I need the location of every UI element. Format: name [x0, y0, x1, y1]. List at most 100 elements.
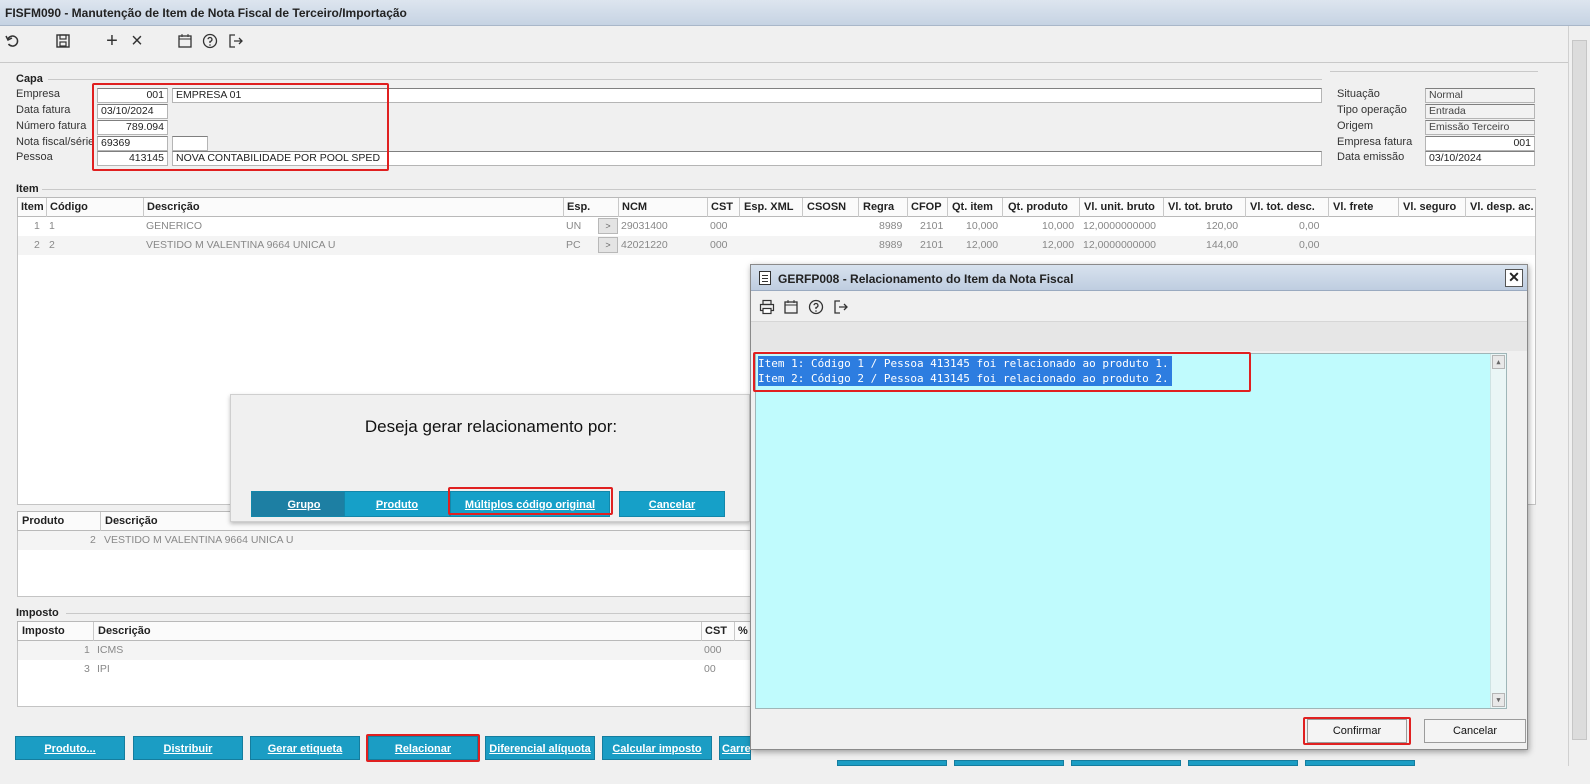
confirmar-button[interactable]: Confirmar [1307, 719, 1407, 743]
hidden-button[interactable] [1188, 760, 1298, 766]
dialog-question: Deseja gerar relacionamento por: [364, 417, 618, 436]
relacionar-button[interactable]: Relacionar [368, 736, 478, 760]
col-descricao[interactable]: Descrição [147, 201, 200, 213]
esp-detail-button[interactable]: > [598, 218, 618, 234]
log-line: Item 2: Código 2 / Pessoa 413145 foi rel… [758, 371, 1172, 386]
col-esp[interactable]: Esp. [567, 201, 590, 213]
serie-field[interactable] [172, 136, 208, 151]
table-row[interactable]: 1 1 GENERICO UN > 29031400 000 8989 2101… [18, 217, 1535, 236]
col-cst[interactable]: CST [711, 201, 733, 213]
produto-choice-button[interactable]: Produto [344, 491, 450, 517]
col-vl-frete[interactable]: Vl. frete [1333, 201, 1373, 213]
help-icon[interactable] [806, 297, 826, 317]
save-icon[interactable] [53, 31, 73, 51]
scroll-down-icon[interactable]: ▼ [1492, 693, 1505, 707]
col-vl-tot-desc[interactable]: Vl. tot. desc. [1250, 201, 1315, 213]
col-produto-descricao[interactable]: Descrição [105, 515, 158, 527]
col-imposto-descricao[interactable]: Descrição [98, 625, 151, 637]
origem-field: Emissão Terceiro [1425, 120, 1535, 135]
distribuir-button[interactable]: Distribuir [133, 736, 243, 760]
calcular-imposto-button[interactable]: Calcular imposto [602, 736, 712, 760]
table-row[interactable]: 2 2 VESTIDO M VALENTINA 9664 UNICA U PC … [18, 236, 1535, 255]
situacao-field: Normal [1425, 88, 1535, 103]
log-scrollbar[interactable]: ▲ ▼ [1490, 354, 1506, 708]
empresa-fatura-label: Empresa fatura [1337, 136, 1413, 148]
side-divider [1330, 71, 1538, 72]
table-row[interactable]: 1 ICMS 000 [18, 641, 751, 660]
cancelar-choice-button[interactable]: Cancelar [619, 491, 725, 517]
col-vl-tot-bruto[interactable]: Vl. tot. bruto [1168, 201, 1233, 213]
hidden-button[interactable] [954, 760, 1064, 766]
document-icon [759, 271, 771, 285]
col-item[interactable]: Item [21, 201, 44, 213]
scroll-up-icon[interactable]: ▲ [1492, 355, 1505, 369]
data-fatura-field[interactable]: 03/10/2024 [97, 104, 168, 119]
print-icon[interactable] [757, 297, 777, 317]
diferencial-aliquota-button[interactable]: Diferencial alíquota [485, 736, 595, 760]
col-percent[interactable]: % [738, 625, 748, 637]
carregar-button[interactable]: Carre [719, 736, 751, 760]
esp-detail-button[interactable]: > [598, 237, 618, 253]
data-fatura-label: Data fatura [16, 104, 71, 116]
table-row[interactable]: 3 IPI 00 [18, 660, 751, 679]
table-row[interactable]: 2 VESTIDO M VALENTINA 9664 UNICA U [18, 531, 751, 550]
relacionamento-log[interactable]: Item 1: Código 1 / Pessoa 413145 foi rel… [755, 353, 1507, 709]
undo-icon[interactable] [3, 31, 23, 51]
toolbar-divider [0, 62, 1568, 63]
pessoa-code-field[interactable]: 413145 [97, 151, 168, 166]
hidden-button[interactable] [1071, 760, 1181, 766]
hidden-button[interactable] [837, 760, 947, 766]
nota-fiscal-label: Nota fiscal/série [16, 136, 95, 148]
col-cfop[interactable]: CFOP [911, 201, 942, 213]
empresa-label: Empresa [16, 88, 61, 100]
calendar-icon[interactable] [175, 31, 195, 51]
col-vl-desp-ac[interactable]: Vl. desp. ac. [1470, 201, 1534, 213]
nota-fiscal-field[interactable]: 69369 [97, 136, 168, 151]
empresa-code-field[interactable]: 001 [97, 88, 168, 103]
col-esp-xml[interactable]: Esp. XML [744, 201, 794, 213]
empresa-name-field[interactable]: EMPRESA 01 [172, 88, 1322, 103]
col-qt-item[interactable]: Qt. item [952, 201, 993, 213]
delete-icon[interactable]: × [127, 30, 147, 52]
cancelar-button[interactable]: Cancelar [1424, 719, 1526, 743]
col-ncm[interactable]: NCM [622, 201, 647, 213]
window-scrollbar[interactable] [1568, 26, 1590, 766]
col-cst-imposto[interactable]: CST [705, 625, 727, 637]
imposto-grid-header: Imposto Descrição CST % [17, 621, 752, 641]
multiplos-codigo-original-button[interactable]: Múltiplos código original [450, 491, 610, 517]
dialog-toolbar-area [751, 321, 1527, 351]
col-qt-produto[interactable]: Qt. produto [1008, 201, 1068, 213]
grupo-button[interactable]: Grupo [251, 491, 357, 517]
exit-icon[interactable] [831, 297, 851, 317]
imposto-grid-body: 1 ICMS 000 3 IPI 00 [17, 641, 752, 707]
dialog-title: GERFP008 - Relacionamento do Item da Not… [751, 265, 1527, 291]
col-regra[interactable]: Regra [863, 201, 894, 213]
origem-label: Origem [1337, 120, 1374, 132]
close-icon[interactable]: ✕ [1505, 269, 1523, 287]
hidden-button[interactable] [1305, 760, 1415, 766]
pessoa-name-field[interactable]: NOVA CONTABILIDADE POR POOL SPED [172, 151, 1322, 166]
help-icon[interactable] [200, 31, 220, 51]
toolbar: + × [0, 28, 1568, 56]
col-vl-unit-bruto[interactable]: Vl. unit. bruto [1084, 201, 1155, 213]
col-codigo[interactable]: Código [50, 201, 88, 213]
col-imposto[interactable]: Imposto [22, 625, 65, 637]
imposto-label: Imposto [16, 607, 59, 619]
tipo-operacao-label: Tipo operação [1337, 104, 1407, 116]
data-emissao-field[interactable]: 03/10/2024 [1425, 151, 1535, 166]
gerar-etiqueta-button[interactable]: Gerar etiqueta [250, 736, 360, 760]
tipo-operacao-field: Entrada [1425, 104, 1535, 119]
calendar-icon[interactable] [781, 297, 801, 317]
imposto-divider [66, 613, 752, 614]
item-divider [42, 189, 1536, 190]
numero-fatura-field[interactable]: 789.094 [97, 120, 168, 135]
produto-button[interactable]: Produto... [15, 736, 125, 760]
situacao-label: Situação [1337, 88, 1380, 100]
exit-icon[interactable] [226, 31, 246, 51]
col-produto[interactable]: Produto [22, 515, 64, 527]
add-icon[interactable]: + [102, 30, 122, 52]
empresa-fatura-field[interactable]: 001 [1425, 136, 1535, 151]
produto-grid-body: 2 VESTIDO M VALENTINA 9664 UNICA U [17, 531, 752, 597]
col-vl-seguro[interactable]: Vl. seguro [1403, 201, 1456, 213]
col-csosn[interactable]: CSOSN [807, 201, 846, 213]
